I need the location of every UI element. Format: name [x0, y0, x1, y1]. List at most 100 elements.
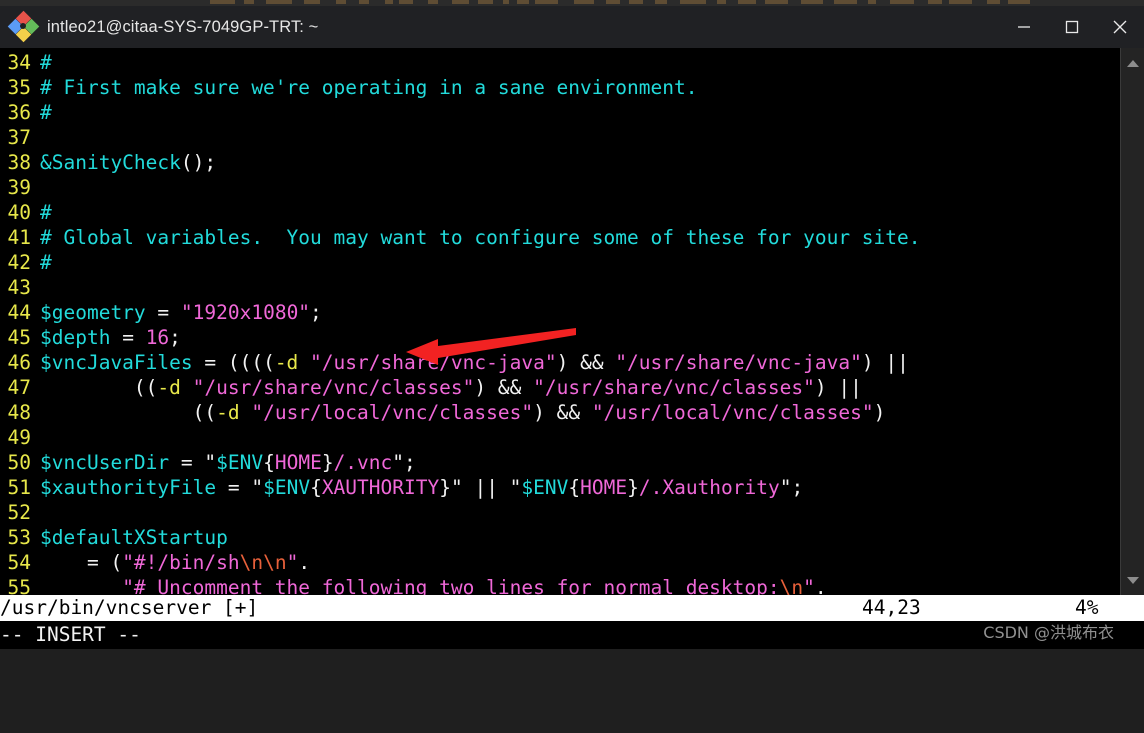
code-token-str: "/usr/local/vnc/classes" — [251, 401, 534, 424]
code-line: 44 $geometry = "1920x1080"; — [0, 300, 1120, 325]
code-token-str: /.Xauthority — [638, 476, 780, 499]
title-bar[interactable]: intleo21@citaa-SYS-7049GP-TRT: ~ — [0, 6, 1144, 48]
code-token-op: { — [310, 476, 322, 499]
line-number: 44 — [7, 301, 31, 324]
code-token-op: " — [251, 476, 264, 499]
code-token-op: ) && — [533, 401, 592, 424]
code-token-op: "; — [392, 451, 416, 474]
code-token-str: HOME — [274, 451, 322, 474]
code-token-str: "1920x1080" — [180, 301, 311, 324]
mobaxterm-diamond-icon — [7, 10, 40, 43]
desktop-fleck — [717, 0, 726, 4]
csdn-watermark: CSDN @洪城布衣 — [983, 623, 1114, 642]
code-token-flag: -d — [157, 376, 181, 399]
line-number: 38 — [7, 151, 31, 174]
code-token-op — [40, 576, 122, 595]
close-button[interactable] — [1096, 6, 1144, 48]
desktop-fleck — [385, 0, 393, 4]
code-token-op: " — [204, 451, 217, 474]
code-line: 52 — [0, 500, 1120, 525]
vim-mode-indicator: -- INSERT -- — [0, 623, 141, 646]
code-token-op: ; — [310, 301, 322, 324]
code-token-op: ) && — [474, 376, 534, 399]
desktop-fleck — [535, 0, 558, 4]
desktop-fleck — [801, 0, 823, 4]
desktop-fleck — [987, 0, 1000, 4]
desktop-fleck — [266, 0, 292, 4]
desktop-fleck — [606, 0, 620, 4]
code-line: 35 # First make sure we're operating in a… — [0, 75, 1120, 100]
code-line: 49 — [0, 425, 1120, 450]
line-number: 34 — [7, 51, 31, 74]
line-number: 53 — [7, 526, 31, 549]
code-line: 46 $vncJavaFiles = ((((-d "/usr/share/vnc… — [0, 350, 1120, 375]
terminal-body[interactable]: 34 #35 # First make sure we're operating i… — [0, 48, 1144, 595]
vim-status-line: /usr/bin/vncserver [+] 44,23 4% — [0, 595, 1144, 621]
code-line: 47 ((-d "/usr/share/vnc/classes") && "/u… — [0, 375, 1120, 400]
code-editor-area[interactable]: 34 #35 # First make sure we're operating i… — [0, 50, 1120, 595]
code-token-op: = — [169, 451, 205, 474]
code-token-op: (); — [180, 151, 217, 174]
line-number: 55 — [7, 576, 31, 595]
scroll-up-icon[interactable] — [1121, 52, 1144, 74]
code-token-op: } — [439, 476, 451, 499]
code-token-cmt: # — [40, 251, 52, 274]
code-token-str: " — [803, 576, 815, 595]
code-token-op: "; — [779, 476, 804, 499]
code-token-var: $ENV — [263, 476, 311, 499]
code-token-op — [240, 401, 252, 424]
desktop-fleck — [655, 0, 667, 4]
code-token-str: "/usr/share/vnc-java" — [615, 351, 862, 374]
code-token-var: $vncUserDir — [40, 451, 170, 474]
code-token-op: ; — [169, 326, 181, 349]
vertical-scrollbar[interactable] — [1120, 48, 1144, 595]
code-token-esc: \n — [779, 576, 804, 595]
window-title: intleo21@citaa-SYS-7049GP-TRT: ~ — [47, 17, 319, 36]
code-token-cmt: # Global variables. You may want to conf… — [40, 226, 921, 249]
code-line: 51 $xauthorityFile = "$ENV{XAUTHORITY}" |… — [0, 475, 1120, 500]
minimize-icon — [1018, 26, 1030, 28]
desktop-fleck — [949, 0, 972, 4]
desktop-fleck — [428, 0, 438, 4]
code-line: 38 &SanityCheck(); — [0, 150, 1120, 175]
close-icon — [1113, 20, 1127, 34]
desktop-fleck — [765, 0, 788, 4]
code-token-op: ) || — [861, 351, 909, 374]
desktop-fleck — [517, 0, 529, 4]
line-number: 39 — [7, 176, 31, 199]
code-token-op — [298, 351, 310, 374]
code-token-op: ) && — [556, 351, 616, 374]
status-cursor-position: 44,23 — [862, 596, 921, 619]
line-number: 42 — [7, 251, 31, 274]
code-token-str: 16 — [145, 326, 170, 349]
minimize-button[interactable] — [1000, 6, 1048, 48]
desktop-fleck — [244, 0, 254, 4]
desktop-fleck — [629, 0, 643, 4]
code-line: 42 # — [0, 250, 1120, 275]
code-token-op: = — [110, 326, 146, 349]
maximize-button[interactable] — [1048, 6, 1096, 48]
scroll-down-icon[interactable] — [1121, 569, 1144, 591]
code-token-str: HOME — [580, 476, 628, 499]
line-number: 50 — [7, 451, 31, 474]
code-token-var: $vncJavaFiles — [40, 351, 193, 374]
code-token-str: "/usr/share/vnc-java" — [310, 351, 557, 374]
code-token-op: = — [216, 476, 252, 499]
desktop-fleck — [680, 0, 706, 4]
desktop-fleck — [452, 0, 469, 4]
code-token-op: { — [263, 451, 275, 474]
code-token-var: $ENV — [521, 476, 569, 499]
code-token-op: ) — [873, 401, 886, 424]
code-line: 48 ((-d "/usr/local/vnc/classes") && "/u… — [0, 400, 1120, 425]
code-token-op: (( — [40, 401, 217, 424]
desktop-fleck — [1008, 0, 1030, 4]
code-token-op: . — [298, 551, 311, 574]
code-line: 41 # Global variables. You may want to co… — [0, 225, 1120, 250]
window-controls — [1000, 6, 1144, 48]
desktop-fleck — [304, 0, 320, 4]
code-token-var: &SanityCheck — [40, 151, 181, 174]
code-token-op: } — [627, 476, 639, 499]
line-number: 43 — [7, 276, 31, 299]
code-token-str: "/usr/local/vnc/classes" — [591, 401, 874, 424]
code-token-str: /.vnc — [333, 451, 393, 474]
